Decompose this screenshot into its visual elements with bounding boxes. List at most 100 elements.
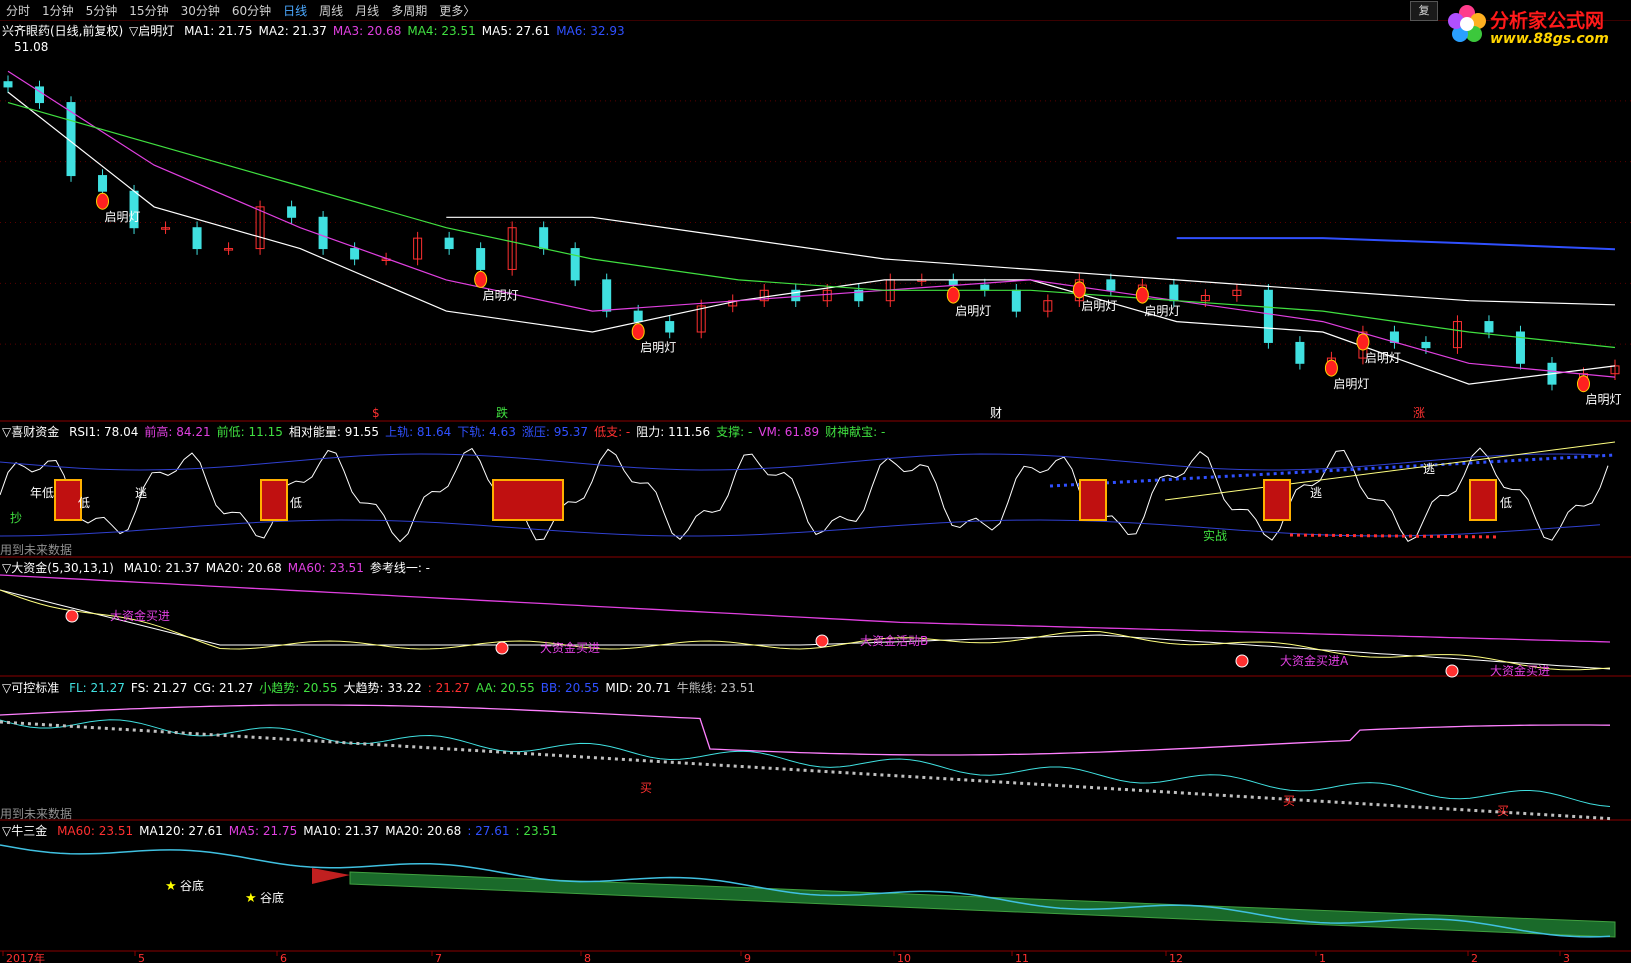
gem-icon [815, 634, 829, 648]
bull-legend-item: MA10: 21.37 [303, 824, 380, 838]
axis-label: 6 [280, 952, 287, 963]
bull-legend-item: : 23.51 [515, 824, 558, 838]
candle-body [570, 248, 580, 281]
lantern-icon [631, 323, 645, 341]
star-label: 谷底 [260, 890, 284, 905]
treasure-icon [1079, 479, 1107, 521]
gem-icon [495, 641, 509, 655]
buy-marker: 买 [640, 781, 652, 795]
gem-icon [1235, 654, 1249, 668]
ma20-line [0, 589, 1611, 671]
rsi-signal-label: 低 [290, 496, 302, 510]
signal-label: 启明灯 [1585, 393, 1621, 407]
treasure-icon [1263, 479, 1291, 521]
lantern-icon [1356, 333, 1370, 351]
high-price-label: 51.08 [14, 40, 49, 54]
control-panel: 买买买 [0, 704, 1611, 821]
ma-line-ma5 [446, 216, 1616, 306]
axis-label: 8 [584, 952, 591, 963]
bottom-marker: $ [372, 406, 380, 420]
big-annotation: 大资金买进 [540, 640, 600, 655]
candle-body [539, 227, 549, 250]
signal-label: 启明灯 [105, 210, 141, 224]
lantern-icon [1324, 359, 1338, 377]
bottom-marker: 跌 [496, 405, 508, 420]
rsi-legend-item: 涨压: 95.37 [521, 425, 589, 439]
signal-label: 启明灯 [1081, 299, 1117, 313]
ctrl-legend-item: BB: 20.55 [540, 681, 600, 695]
big-annotation: 大资金买进 [110, 608, 170, 623]
green-band [349, 871, 1616, 938]
ctrl-legend: ▽可控标准 FL: 21.27 FS: 21.27 CG: 21.27 小趋势: 20… [2, 679, 767, 696]
bull-legend-item: MA20: 20.68 [385, 824, 462, 838]
big-annotation: 大资金买进 [1490, 663, 1550, 678]
big-legend-item: 参考线一: - [369, 561, 431, 575]
ma-legend-item: MA5: 27.61 [481, 24, 551, 38]
rsi-legend-item: 上轨: 81.64 [385, 425, 452, 439]
signal-label: 启明灯 [1144, 304, 1180, 318]
rsi-legend-item: 阻力: 111.56 [636, 425, 711, 439]
big-title[interactable]: ▽大资金(5,30,13,1) [2, 561, 114, 575]
stock-chart: 启明灯启明灯启明灯启明灯 启明灯 启明灯启明灯启明灯启明灯$ 跌财涨 年低低逃低抄实战… [0, 70, 1631, 963]
stock-name: 兴齐眼药(日线,前复权) [2, 24, 124, 38]
ctrl-legend-item: 大趋势: 33.22 [343, 681, 422, 695]
rsi-lower-band [0, 519, 1601, 537]
gem-icon [65, 609, 79, 623]
x-axis: 2017年 5 6 7 8 9 10 11 12 1 2 3 [2, 951, 1570, 963]
rsi-future-note: 用到未来数据 [0, 543, 73, 557]
ma-line-ma4 [7, 102, 1616, 349]
lantern-icon [96, 192, 110, 210]
axis-label: 11 [1015, 952, 1029, 963]
ctrl-legend-item: FL: 21.27 [69, 681, 125, 695]
rsi-legend-item: RSI1: 78.04 [69, 425, 139, 439]
candle-body [98, 175, 108, 192]
axis-label: 9 [744, 952, 751, 963]
bull-panel: ★ 谷底★ 谷底 [0, 844, 1616, 938]
big-legend-item: MA60: 23.51 [287, 561, 364, 575]
ma60-line [0, 574, 1611, 643]
indicator-name[interactable]: ▽启明灯 [129, 24, 174, 38]
big-annotation: 大资金买进A [1280, 653, 1349, 668]
big-legend-item: MA20: 20.68 [205, 561, 282, 575]
candle-body [192, 227, 202, 250]
rsi-signal-label: 抄 [10, 511, 22, 525]
rsi-line [0, 447, 1609, 543]
candle-body [1484, 321, 1494, 333]
ma-legend-item: MA2: 21.37 [258, 24, 327, 38]
lantern-icon [474, 270, 488, 288]
rsi-signal-label: 低 [1500, 496, 1512, 510]
ctrl-legend-item: : 21.27 [427, 681, 470, 695]
candle-body [1263, 289, 1273, 343]
axis-label: 2 [1471, 952, 1478, 963]
ctrl-legend-item: FS: 21.27 [130, 681, 188, 695]
rsi-signal-label: 逃 [1423, 462, 1435, 476]
fl-line [0, 719, 1611, 807]
rsi-signal-label: 逃 [1310, 486, 1322, 500]
lantern-icon [1576, 375, 1590, 393]
rsi-title[interactable]: ▽喜财资金 [2, 425, 59, 439]
rsi-legend-item: 前高: 84.21 [144, 425, 211, 439]
ctrl-legend-item: 小趋势: 20.55 [259, 681, 338, 695]
axis-label: 12 [1169, 952, 1183, 963]
ctrl-title[interactable]: ▽可控标准 [2, 681, 59, 695]
treasure-icon [492, 479, 564, 521]
treasure-icon [1469, 479, 1497, 521]
ma-legend-item: MA1: 21.75 [184, 24, 253, 38]
axis-label: 10 [897, 952, 911, 963]
star-icon: ★ [245, 891, 257, 906]
rsi-signal-label: 年低 [30, 486, 54, 500]
star-icon: ★ [165, 879, 177, 894]
bull-title[interactable]: ▽牛三金 [2, 824, 47, 838]
rsi-legend-item: 下轨: 4.63 [457, 425, 516, 439]
candle-body [602, 279, 612, 312]
buy-marker: 买 [1497, 804, 1509, 818]
axis-label: 1 [1319, 952, 1326, 963]
candle-body [318, 216, 328, 250]
bull-legend-item: : 27.61 [467, 824, 510, 838]
ctrl-legend-item: 牛熊线: 23.51 [676, 681, 755, 695]
candle-body [287, 206, 297, 218]
signal-label: 启明灯 [955, 304, 991, 318]
buy-marker: 买 [1283, 794, 1295, 808]
big-trend-line [0, 704, 1611, 756]
big-annotation: 大资金活动B [860, 633, 928, 648]
